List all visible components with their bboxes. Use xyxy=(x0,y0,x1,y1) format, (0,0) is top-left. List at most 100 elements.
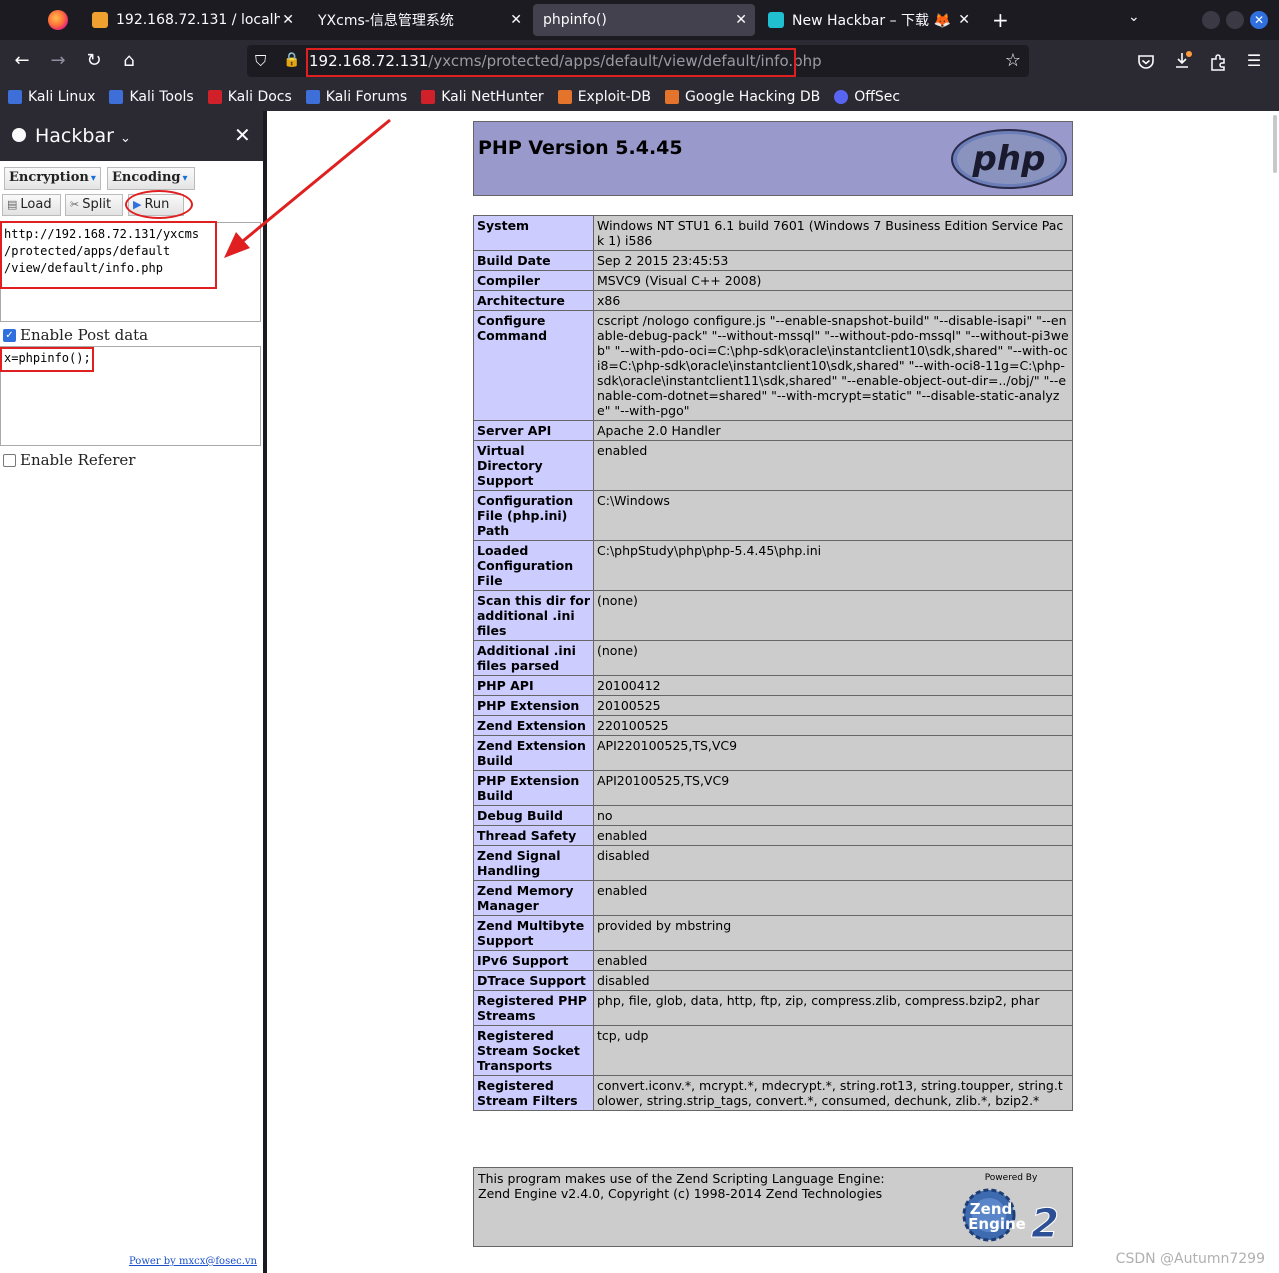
php-info-value: (none) xyxy=(593,640,1073,676)
encryption-dropdown[interactable]: Encryption ▾ xyxy=(4,167,101,190)
tab-phpinfo[interactable]: phpinfo() ✕ xyxy=(533,4,755,36)
back-icon[interactable]: ← xyxy=(10,50,34,72)
php-info-value: disabled xyxy=(593,970,1073,991)
hackbar-footer-link[interactable]: Power by mxcx@fosec.vn xyxy=(129,1256,257,1267)
bookmark-label: Kali Tools xyxy=(129,89,194,105)
downloads-icon[interactable] xyxy=(1172,50,1194,72)
php-info-value: cscript /nologo configure.js "--enable-s… xyxy=(593,310,1073,421)
tab-list-chevron-icon[interactable]: ⌄ xyxy=(1128,9,1140,25)
php-info-key: Configure Command xyxy=(473,310,594,421)
phpmyadmin-favicon-icon xyxy=(92,12,108,28)
home-icon[interactable]: ⌂ xyxy=(117,50,141,72)
php-info-row: PHP Extension Build API20100525,TS,VC9 xyxy=(473,770,1073,806)
php-info-row: Zend Signal Handling disabled xyxy=(473,845,1073,881)
zend-logo-number: 2 xyxy=(1031,1201,1059,1244)
php-info-value: convert.iconv.*, mcrypt.*, mdecrypt.*, s… xyxy=(593,1075,1073,1111)
php-info-key: Configuration File (php.ini) Path xyxy=(473,490,594,541)
bookmark-star-icon[interactable]: ☆ xyxy=(1005,50,1021,71)
kali-dragon-icon xyxy=(8,90,22,104)
bookmark-kali-forums[interactable]: Kali Forums xyxy=(305,89,407,105)
php-info-table-body: System Windows NT STU1 6.1 build 7601 (Wi… xyxy=(473,215,1073,1111)
pocket-icon[interactable] xyxy=(1136,52,1156,72)
php-info-row: Scan this dir for additional .ini files(… xyxy=(473,590,1073,641)
enable-post-checkbox[interactable]: ✓ Enable Post data xyxy=(3,326,148,344)
address-bar[interactable]: ⛉ 🔒 192.168.72.131/yxcms/protected/apps/… xyxy=(247,45,1029,77)
load-icon: ▤ xyxy=(7,198,18,211)
bookmark-google-hacking-db[interactable]: Google Hacking DB xyxy=(664,89,821,105)
php-info-key: Build Date xyxy=(473,250,594,271)
maximize-window-icon[interactable] xyxy=(1226,11,1244,29)
php-info-key: PHP Extension xyxy=(473,695,594,716)
url-host: 192.168.72.131 xyxy=(309,52,429,70)
bookmark-kali-docs[interactable]: Kali Docs xyxy=(207,89,292,105)
php-info-row: Architecture x86 xyxy=(473,290,1073,311)
bookmark-exploit-db[interactable]: Exploit-DB xyxy=(557,89,651,105)
bookmark-kali-linux[interactable]: Kali Linux xyxy=(8,89,95,105)
bookmark-label: Kali NetHunter xyxy=(441,89,544,105)
close-sidebar-icon[interactable]: ✕ xyxy=(234,123,251,147)
tab-title: New Hackbar – 下载 🦊 Fi xyxy=(792,13,956,29)
insecure-lock-icon[interactable]: 🔒 xyxy=(283,52,300,68)
close-window-icon[interactable]: ✕ xyxy=(1250,11,1268,29)
url-text[interactable]: 192.168.72.131/yxcms/protected/apps/defa… xyxy=(309,52,822,70)
tab-strip: 192.168.72.131 / localhost ✕ YXcms-信息管理系… xyxy=(0,0,1279,40)
firefox-menu-icon[interactable] xyxy=(48,10,68,30)
checkbox-unchecked-icon xyxy=(3,453,16,467)
post-data-textarea[interactable]: x=phpinfo(); xyxy=(0,346,261,446)
app-menu-icon[interactable]: ☰ xyxy=(1242,50,1266,72)
php-info-row: DTrace Support disabled xyxy=(473,970,1073,991)
forward-icon[interactable]: → xyxy=(46,50,70,72)
tab-phpmyadmin[interactable]: 192.168.72.131 / localhost ✕ xyxy=(84,4,302,36)
encoding-dropdown[interactable]: Encoding ▾ xyxy=(107,167,195,190)
bookmark-offsec[interactable]: OffSec xyxy=(834,89,900,105)
chevron-down-icon: ⌄ xyxy=(119,131,131,146)
php-info-key: Virtual Directory Support xyxy=(473,440,594,491)
minimize-window-icon[interactable] xyxy=(1202,11,1220,29)
bookmark-kali-nethunter[interactable]: Kali NetHunter xyxy=(421,89,544,105)
tab-close-icon[interactable]: ✕ xyxy=(282,12,294,28)
kali-tools-icon xyxy=(109,90,124,104)
load-url-button[interactable]: ▤ Load xyxy=(2,194,61,216)
php-info-key: Loaded Configuration File xyxy=(473,540,594,591)
tracking-protection-shield-icon[interactable]: ⛉ xyxy=(255,52,266,70)
url-textarea[interactable]: http://192.168.72.131/yxcms /protected/a… xyxy=(0,222,261,322)
php-version-title: PHP Version 5.4.45 xyxy=(478,137,683,159)
hackbar-favicon-icon xyxy=(768,12,784,28)
php-info-value: enabled xyxy=(593,950,1073,971)
enable-referer-checkbox[interactable]: Enable Referer xyxy=(3,451,135,469)
load-label: Load xyxy=(20,197,52,212)
tab-title: 192.168.72.131 / localhost xyxy=(116,12,280,28)
new-tab-icon[interactable]: + xyxy=(992,8,1009,32)
php-info-key: Zend Multibyte Support xyxy=(473,915,594,951)
php-info-value: (none) xyxy=(593,590,1073,641)
tab-new-hackbar[interactable]: New Hackbar – 下载 🦊 Fi ✕ xyxy=(760,4,978,36)
kali-docs-icon xyxy=(207,90,222,104)
bookmark-kali-tools[interactable]: Kali Tools xyxy=(109,89,194,105)
tab-close-icon[interactable]: ✕ xyxy=(510,12,522,28)
php-info-value: 20100525 xyxy=(593,695,1073,716)
page-content: PHP Version 5.4.45 php System Windows NT … xyxy=(267,111,1279,1273)
php-info-row: PHP API 20100412 xyxy=(473,675,1073,696)
tab-close-icon[interactable]: ✕ xyxy=(735,12,747,28)
tab-yxcms[interactable]: YXcms-信息管理系统 ✕ xyxy=(308,4,530,36)
extensions-icon[interactable] xyxy=(1208,52,1228,72)
php-info-key: DTrace Support xyxy=(473,970,594,991)
page-scrollbar[interactable] xyxy=(1273,115,1277,173)
php-info-row: Registered Stream Filters convert.iconv.*… xyxy=(473,1075,1073,1111)
ghdb-icon xyxy=(664,90,679,104)
tab-close-icon[interactable]: ✕ xyxy=(958,12,970,28)
bookmark-label: Google Hacking DB xyxy=(684,89,821,105)
php-info-row: Zend Extension 220100525 xyxy=(473,715,1073,736)
php-info-row: Configure Command cscript /nologo configu… xyxy=(473,310,1073,421)
php-info-key: Zend Memory Manager xyxy=(473,880,594,916)
php-info-row: Registered Stream Socket Transports tcp, … xyxy=(473,1025,1073,1076)
sidebar-title-switcher[interactable]: Hackbar ⌄ xyxy=(35,125,131,147)
php-info-row: Zend Memory Manager enabled xyxy=(473,880,1073,916)
php-info-value: x86 xyxy=(593,290,1073,311)
tab-title: phpinfo() xyxy=(543,12,607,28)
zend-engine-box: This program makes use of the Zend Scrip… xyxy=(473,1167,1073,1247)
reload-icon[interactable]: ↻ xyxy=(82,50,106,72)
exploit-db-icon xyxy=(557,90,572,104)
split-url-button[interactable]: ✂ Split xyxy=(65,194,123,216)
php-info-value: disabled xyxy=(593,845,1073,881)
